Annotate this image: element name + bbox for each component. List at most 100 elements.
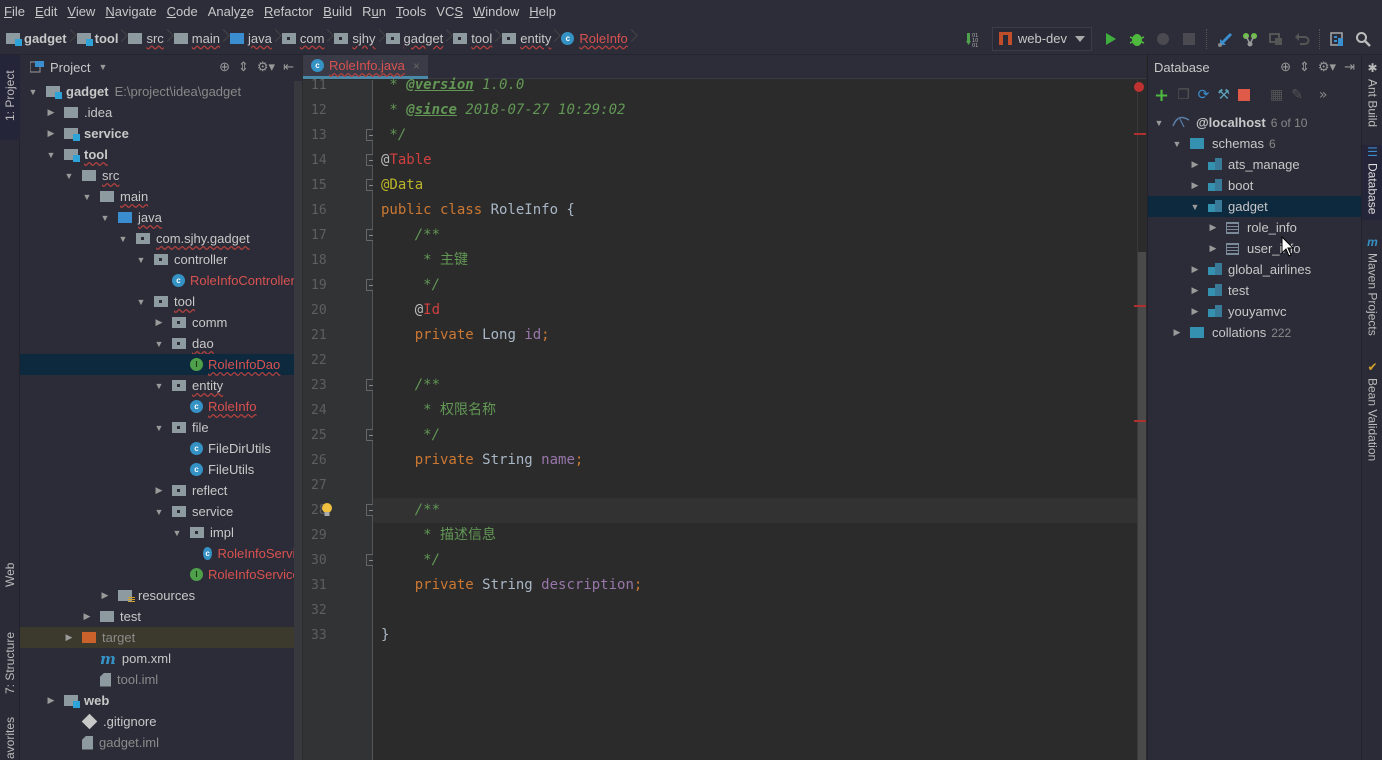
db-tree-item[interactable]: ▶ user_info: [1148, 238, 1362, 259]
menu-run[interactable]: Run: [362, 4, 386, 19]
tree-item[interactable]: ▶ target: [20, 627, 302, 648]
stop-icon[interactable]: [1237, 89, 1250, 101]
tree-item[interactable]: ▼ gadget E:\project\idea\gadget: [20, 81, 302, 102]
run-icon[interactable]: [1100, 28, 1122, 50]
datasource-properties-icon[interactable]: ⚒: [1217, 87, 1230, 103]
add-datasource-icon[interactable]: +: [1154, 85, 1169, 106]
project-structure-icon[interactable]: [1326, 28, 1348, 50]
collapsed-arrow-icon[interactable]: ▶: [1206, 243, 1220, 254]
lightbulb-icon[interactable]: [321, 501, 333, 516]
collapse-all-icon[interactable]: ⇕: [1299, 59, 1310, 75]
ant-build-tool-tab[interactable]: ✱ Ant Build: [1362, 61, 1382, 141]
tree-item[interactable]: ▶ test: [20, 606, 302, 627]
error-stripe-mark[interactable]: [1134, 133, 1146, 135]
tree-item[interactable]: gadget.iml: [20, 732, 302, 753]
tree-item[interactable]: .gitignore: [20, 711, 302, 732]
table-editor-icon[interactable]: ▦: [1270, 87, 1283, 103]
stop-icon[interactable]: [1178, 28, 1200, 50]
collapsed-arrow-icon[interactable]: ▶: [152, 317, 166, 328]
menu-navigate[interactable]: Navigate: [105, 4, 156, 19]
collapsed-arrow-icon[interactable]: ▶: [44, 107, 58, 118]
tree-item[interactable]: ▼ file: [20, 417, 302, 438]
error-indicator-icon[interactable]: [1134, 82, 1144, 92]
bean-validation-tool-tab[interactable]: ✔ Bean Validation: [1362, 360, 1382, 465]
db-tree-item[interactable]: ▶ global_airlines: [1148, 259, 1362, 280]
collapsed-arrow-icon[interactable]: ▶: [1206, 222, 1220, 233]
tree-item[interactable]: ▶ comm: [20, 312, 302, 333]
more-icon[interactable]: »: [1319, 87, 1328, 103]
collapsed-arrow-icon[interactable]: ▶: [44, 695, 58, 706]
expanded-arrow-icon[interactable]: ▼: [152, 423, 166, 433]
expanded-arrow-icon[interactable]: ▼: [134, 255, 148, 265]
web-tool-tab[interactable]: Web: [0, 550, 20, 600]
breadcrumb-item[interactable]: src: [128, 22, 169, 54]
expanded-arrow-icon[interactable]: ▼: [62, 171, 76, 181]
menu-view[interactable]: View: [67, 4, 95, 19]
expanded-arrow-icon[interactable]: ▼: [152, 507, 166, 517]
console-icon[interactable]: ✎: [1291, 87, 1303, 103]
collapsed-arrow-icon[interactable]: ▶: [1188, 306, 1202, 317]
db-tree-item[interactable]: ▼ @localhost 6 of 10: [1148, 112, 1362, 133]
refresh-icon[interactable]: ⟳: [1198, 87, 1210, 103]
locate-icon[interactable]: ⊕: [219, 59, 230, 75]
menu-tools[interactable]: Tools: [396, 4, 426, 19]
error-stripe-mark[interactable]: [1134, 420, 1146, 422]
breadcrumb-item[interactable]: gadget: [6, 22, 73, 54]
tree-item[interactable]: c FileUtils: [20, 459, 302, 480]
error-stripe-mark[interactable]: [1134, 305, 1146, 307]
collapsed-arrow-icon[interactable]: ▶: [152, 485, 166, 496]
expanded-arrow-icon[interactable]: ▼: [98, 213, 112, 223]
db-tree-item[interactable]: ▶ boot: [1148, 175, 1362, 196]
debug-icon[interactable]: [1126, 28, 1148, 50]
db-tree-item[interactable]: ▼ gadget: [1148, 196, 1362, 217]
breadcrumb-item[interactable]: main: [173, 22, 226, 54]
collapsed-arrow-icon[interactable]: ▶: [1188, 159, 1202, 170]
search-icon[interactable]: [1352, 28, 1374, 50]
menu-build[interactable]: Build: [323, 4, 352, 19]
tree-item[interactable]: ▼ com.sjhy.gadget: [20, 228, 302, 249]
code-area[interactable]: * @version 1.0.0 * @since 2018-07-27 10:…: [322, 77, 1137, 760]
expanded-arrow-icon[interactable]: ▼: [1188, 202, 1202, 212]
coverage-icon[interactable]: [1152, 28, 1174, 50]
scrollbar-thumb[interactable]: [1138, 252, 1146, 760]
collapsed-arrow-icon[interactable]: ▶: [80, 611, 94, 622]
tree-item[interactable]: ▶ web: [20, 690, 302, 711]
db-tree-item[interactable]: ▶ youyamvc: [1148, 301, 1362, 322]
db-tree-item[interactable]: ▶ ats_manage: [1148, 154, 1362, 175]
vcs-commit-icon[interactable]: [1239, 28, 1261, 50]
tree-item[interactable]: tool.iml: [20, 669, 302, 690]
tree-item[interactable]: c RoleInfoController: [20, 270, 302, 291]
breadcrumb-item[interactable]: java: [229, 22, 278, 54]
tree-item[interactable]: ▶ .idea: [20, 102, 302, 123]
collapse-all-icon[interactable]: ⇕: [238, 59, 249, 75]
menu-help[interactable]: Help: [529, 4, 556, 19]
tree-item[interactable]: c RoleInfo: [20, 396, 302, 417]
tree-item[interactable]: ▶ service: [20, 123, 302, 144]
expanded-arrow-icon[interactable]: ▼: [134, 297, 148, 307]
menu-refactor[interactable]: Refactor: [264, 4, 313, 19]
menu-analyze[interactable]: Analyze: [208, 4, 254, 19]
tree-item[interactable]: ▼ service: [20, 501, 302, 522]
tree-item[interactable]: ▶ reflect: [20, 480, 302, 501]
breadcrumb-item[interactable]: gadget: [385, 22, 450, 54]
project-tool-tab[interactable]: 1: Project: [0, 55, 20, 140]
vcs-compare-icon[interactable]: [1265, 28, 1287, 50]
structure-tool-tab[interactable]: 7: Structure: [0, 613, 20, 713]
menu-edit[interactable]: Edit: [35, 4, 57, 19]
collapsed-arrow-icon[interactable]: ▶: [1188, 285, 1202, 296]
breadcrumb-item[interactable]: com: [281, 22, 331, 54]
expanded-arrow-icon[interactable]: ▼: [170, 528, 184, 538]
build-icon[interactable]: 01 10 01: [962, 28, 984, 50]
breadcrumb-item[interactable]: tool: [453, 22, 498, 54]
tree-item[interactable]: m pom.xml: [20, 648, 302, 669]
expanded-arrow-icon[interactable]: ▼: [152, 339, 166, 349]
tree-item[interactable]: ▼ dao: [20, 333, 302, 354]
menu-file[interactable]: File: [4, 4, 25, 19]
collapsed-arrow-icon[interactable]: ▶: [1188, 264, 1202, 275]
db-tree-item[interactable]: ▶ test: [1148, 280, 1362, 301]
hide-panel-icon[interactable]: ⇤: [283, 59, 294, 75]
tree-item[interactable]: ▶ resources: [20, 585, 302, 606]
gear-icon[interactable]: ⚙▾: [1318, 59, 1336, 75]
tree-item[interactable]: ▼ java: [20, 207, 302, 228]
expanded-arrow-icon[interactable]: ▼: [152, 381, 166, 391]
